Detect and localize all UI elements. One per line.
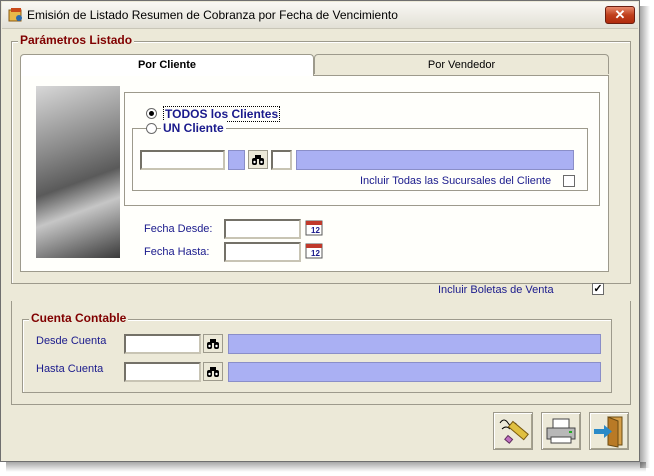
radio-un-cliente[interactable]	[146, 123, 157, 134]
calendar-icon: 12	[305, 243, 323, 259]
incluir-sucursales-checkbox[interactable]	[563, 175, 575, 187]
incluir-sucursales-label: Incluir Todas las Sucursales del Cliente	[360, 175, 552, 187]
cliente-nombre-field	[296, 150, 574, 170]
tab-por-cliente[interactable]: Por Cliente	[20, 54, 314, 76]
tab-por-cliente-label: Por Cliente	[137, 59, 197, 71]
exit-door-icon	[594, 416, 623, 448]
fecha-desde-calendar-button[interactable]: 12	[304, 219, 324, 238]
window-shadow-bottom	[6, 462, 646, 472]
edit-button[interactable]	[493, 412, 533, 450]
buscar-cliente-button[interactable]	[248, 150, 268, 169]
fecha-hasta-input[interactable]	[224, 242, 301, 262]
incluir-boletas-label: Incluir Boletas de Venta	[438, 284, 554, 296]
radio-todos-label[interactable]: TODOS los Clientes	[163, 106, 281, 122]
radio-todos-clientes[interactable]	[146, 108, 157, 119]
decorative-photo	[36, 86, 120, 258]
svg-text:12: 12	[311, 226, 320, 235]
cliente-codigo-input[interactable]	[140, 150, 225, 170]
tab-por-vendedor[interactable]: Por Vendedor	[314, 54, 609, 74]
incluir-boletas-checkbox[interactable]: ✓	[592, 283, 604, 295]
close-icon: ✕	[614, 7, 626, 22]
dialog-window: Emisión de Listado Resumen de Cobranza p…	[0, 0, 640, 462]
window-shadow-right	[640, 6, 650, 468]
calendar-icon: 12	[305, 220, 323, 236]
fecha-hasta-label: Fecha Hasta:	[144, 246, 210, 258]
close-button[interactable]: ✕	[605, 6, 635, 24]
printer-icon	[546, 418, 576, 444]
title-bar[interactable]: Emisión de Listado Resumen de Cobranza p…	[2, 2, 638, 29]
binoculars-icon	[252, 155, 264, 165]
fecha-desde-input[interactable]	[224, 219, 301, 239]
svg-text:12: 12	[311, 249, 320, 258]
print-button[interactable]	[541, 412, 581, 450]
exit-button[interactable]	[589, 412, 629, 450]
fecha-hasta-calendar-button[interactable]: 12	[304, 242, 324, 261]
checkmark-icon: ✓	[593, 283, 603, 295]
app-icon	[8, 8, 22, 22]
main-bottom-frame	[11, 301, 631, 405]
parametros-group-label: Parámetros Listado	[18, 33, 135, 47]
tab-por-vendedor-label: Por Vendedor	[427, 59, 496, 71]
fecha-desde-label: Fecha Desde:	[144, 223, 213, 235]
radio-un-cliente-label[interactable]: UN Cliente	[161, 121, 226, 135]
cliente-nro-input[interactable]	[271, 150, 292, 170]
edit-pencil-icon	[499, 419, 529, 444]
window-title: Emisión de Listado Resumen de Cobranza p…	[27, 8, 398, 22]
cliente-sucursal-input[interactable]	[228, 150, 245, 170]
